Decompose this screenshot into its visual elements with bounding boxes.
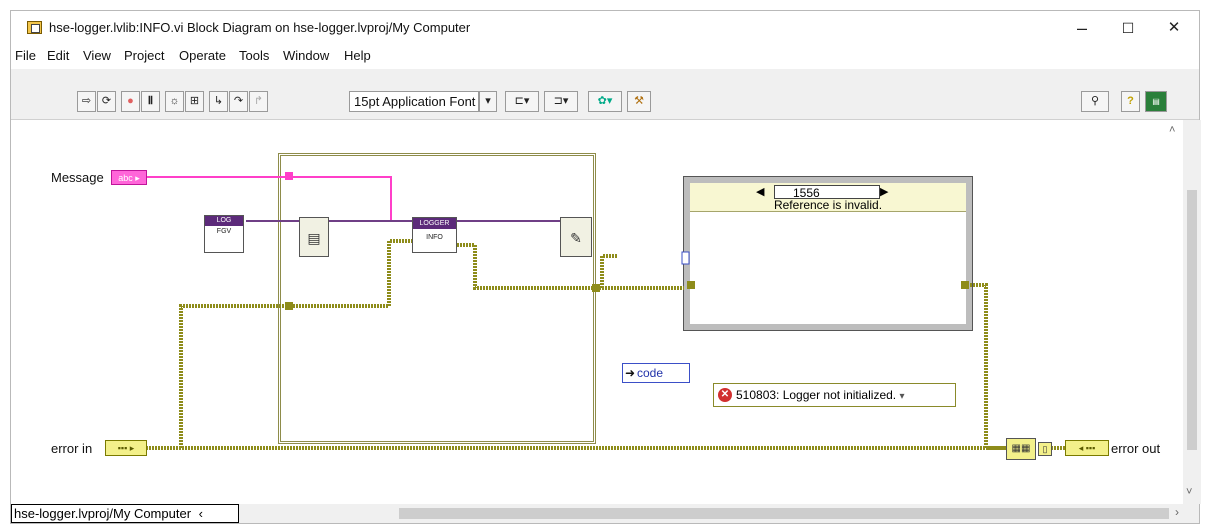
toolbar: ⇨ ⟳ ● Ⅱ ☼ ⊞ ↳ ↷ ↱ 15pt Application Font … xyxy=(11,69,1199,120)
window-title: hse-logger.lvlib:INFO.vi Block Diagram o… xyxy=(49,20,471,35)
set-node-icon[interactable]: ✎ xyxy=(560,217,592,257)
maximize-button[interactable]: ☐ xyxy=(1105,11,1151,45)
labview-window: hse-logger.lvlib:INFO.vi Block Diagram o… xyxy=(10,10,1201,524)
menu-tools[interactable]: Tools xyxy=(239,48,269,63)
merge-errors-node[interactable]: ▦▦ xyxy=(1006,438,1036,460)
reorder-icon[interactable]: ✿▾ xyxy=(588,91,622,112)
step-over-icon[interactable]: ↷ xyxy=(229,91,248,112)
close-button[interactable]: ✕ xyxy=(1151,11,1197,45)
abort-icon[interactable]: ● xyxy=(121,91,140,112)
message-label: Message xyxy=(51,170,104,185)
search-icon[interactable]: ⚲ xyxy=(1081,91,1109,112)
error-tunnel-out xyxy=(592,284,600,292)
project-path[interactable]: hse-logger.lvproj/My Computer ‹ xyxy=(11,504,239,523)
menu-project[interactable]: Project xyxy=(124,48,164,63)
title-bar: hse-logger.lvlib:INFO.vi Block Diagram o… xyxy=(11,11,1199,45)
step-into-icon[interactable]: ↳ xyxy=(209,91,228,112)
logger-subvi-banner: LOGGER xyxy=(413,218,456,229)
highlight-execution-icon[interactable]: ☼ xyxy=(165,91,184,112)
menu-bar: File Edit View Project Operate Tools Win… xyxy=(11,45,1199,69)
unbundle-arrow-icon: ➜ xyxy=(625,366,636,380)
error-constant-dropdown-icon[interactable]: ▾ xyxy=(899,391,904,402)
info-subvi-label: INFO xyxy=(426,234,443,241)
error-x-icon: ✕ xyxy=(718,388,732,402)
vertical-scrollbar[interactable]: ˅ xyxy=(1183,120,1201,504)
horizontal-scroll-thumb[interactable] xyxy=(399,508,1169,519)
error-constant[interactable]: ✕ 510803: Logger not initialized. ▾ xyxy=(713,383,956,407)
message-tunnel xyxy=(285,172,293,180)
help-icon[interactable]: ? xyxy=(1121,91,1140,112)
menu-view[interactable]: View xyxy=(83,48,111,63)
log-fgv-subvi[interactable]: LOG FGV xyxy=(204,215,244,253)
align-objects-icon[interactable]: ⊏▾ xyxy=(505,91,539,112)
connector-pane-icon: ▤ xyxy=(1145,91,1167,112)
error-out-terminal[interactable]: ◂ ▪▪▪ xyxy=(1065,440,1109,456)
step-out-icon[interactable]: ↱ xyxy=(249,91,268,112)
run-arrow-icon[interactable]: ⇨ xyxy=(77,91,96,112)
pause-icon[interactable]: Ⅱ xyxy=(141,91,160,112)
error-cluster-node[interactable]: ▯ xyxy=(1038,442,1052,456)
scroll-left-arrow-icon[interactable]: ‹ xyxy=(199,506,203,521)
error-wire xyxy=(146,239,1065,450)
font-select[interactable]: 15pt Application Font xyxy=(349,91,479,112)
scroll-up-arrow-icon[interactable]: ˄ xyxy=(1169,124,1175,136)
error-in-label: error in xyxy=(51,441,93,456)
minimize-button[interactable]: – xyxy=(1059,11,1105,45)
selector-terminal xyxy=(681,251,690,265)
log-subvi-banner: LOG xyxy=(205,216,243,226)
fgv-icon: FGV xyxy=(216,228,232,235)
block-diagram-canvas[interactable]: 1556 ◀ ▶ Reference is invalid. Message a… xyxy=(11,120,1183,504)
menu-help[interactable]: Help xyxy=(344,48,371,63)
scroll-right-arrow-icon[interactable]: › xyxy=(1175,505,1179,519)
error-tunnel-in xyxy=(285,302,293,310)
error-out-label: error out xyxy=(1111,441,1161,456)
case-error-tunnel-out xyxy=(961,281,969,289)
case-error-tunnel-in xyxy=(687,281,695,289)
run-continuously-icon[interactable]: ⟳ xyxy=(97,91,116,112)
error-constant-text: 510803: Logger not initialized. xyxy=(736,388,897,402)
error-in-terminal[interactable]: ▪▪▪ ▸ xyxy=(105,440,147,456)
block-diagram-icon xyxy=(27,21,42,34)
message-terminal[interactable]: abc ▸ xyxy=(111,170,147,185)
message-wire xyxy=(146,176,412,222)
menu-window[interactable]: Window xyxy=(283,48,329,63)
unbundle-field: code xyxy=(637,366,664,380)
distribute-objects-icon[interactable]: ⊐▾ xyxy=(544,91,578,112)
logger-info-subvi[interactable]: LOGGER INFO xyxy=(412,217,457,253)
get-node-icon[interactable]: ▤ xyxy=(299,217,329,257)
menu-edit[interactable]: Edit xyxy=(47,48,69,63)
horizontal-scrollbar[interactable]: › xyxy=(239,504,1183,523)
unbundle-code[interactable]: ➜ code xyxy=(622,363,690,383)
retain-wire-values-icon[interactable]: ⊞ xyxy=(185,91,204,112)
vertical-scroll-thumb[interactable] xyxy=(1187,190,1197,450)
scroll-down-arrow-icon[interactable]: ˅ xyxy=(1186,486,1192,498)
menu-file[interactable]: File xyxy=(15,48,36,63)
clean-up-diagram-icon[interactable]: ⚒ xyxy=(627,91,651,112)
project-path-text: hse-logger.lvproj/My Computer xyxy=(14,506,192,521)
font-select-dropdown-icon[interactable]: ▾ xyxy=(479,91,497,112)
menu-operate[interactable]: Operate xyxy=(179,48,226,63)
